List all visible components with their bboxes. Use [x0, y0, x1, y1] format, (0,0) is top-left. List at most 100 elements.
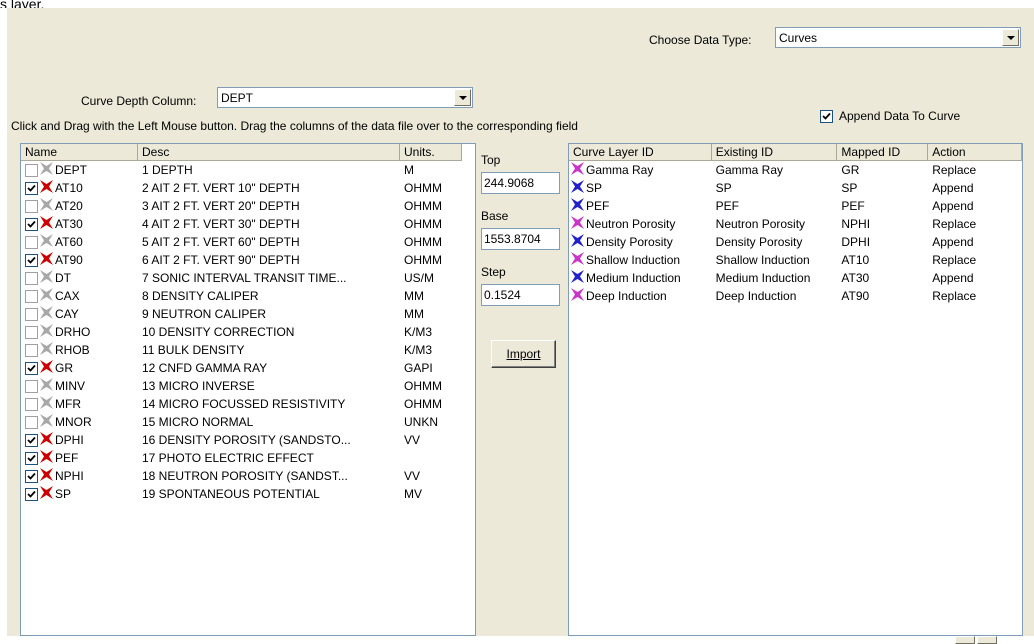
- row-checkbox[interactable]: [25, 217, 38, 231]
- curve-layer-cell[interactable]: Deep Induction: [569, 287, 712, 305]
- action-cell[interactable]: Replace: [928, 217, 1022, 231]
- name-cell[interactable]: DRHO: [21, 323, 138, 341]
- row-checkbox[interactable]: [25, 307, 38, 321]
- action-cell[interactable]: Replace: [928, 163, 1022, 177]
- table-row[interactable]: MINV 13 MICRO INVERSE OHMM: [21, 377, 475, 395]
- name-cell[interactable]: CAX: [21, 287, 138, 305]
- name-cell[interactable]: PEF: [21, 449, 138, 467]
- curve-mapping-list[interactable]: Curve Layer ID Existing ID Mapped ID Act…: [568, 143, 1023, 636]
- table-row[interactable]: PEF PEF PEF Append: [569, 197, 1022, 215]
- append-checkbox-row[interactable]: Append Data To Curve: [820, 109, 960, 123]
- curve-layer-cell[interactable]: Shallow Induction: [569, 251, 712, 269]
- row-checkbox[interactable]: [25, 289, 38, 303]
- column-header-desc[interactable]: Desc: [138, 144, 400, 161]
- step-field[interactable]: 0.1524: [481, 284, 560, 306]
- source-columns-list[interactable]: Name Desc Units. DEPT 1 DEPTH M AT10 2 AIT 2…: [20, 143, 476, 636]
- table-row[interactable]: AT90 6 AIT 2 FT. VERT 90" DEPTH OHMM: [21, 251, 475, 269]
- table-row[interactable]: NPHI 18 NEUTRON POROSITY (SANDST... VV: [21, 467, 475, 485]
- name-cell[interactable]: CAY: [21, 305, 138, 323]
- row-checkbox[interactable]: [25, 199, 38, 213]
- name-cell[interactable]: RHOB: [21, 341, 138, 359]
- name-cell[interactable]: DEPT: [21, 161, 138, 179]
- chevron-down-icon[interactable]: [1002, 29, 1019, 46]
- table-row[interactable]: PEF 17 PHOTO ELECTRIC EFFECT: [21, 449, 475, 467]
- action-cell[interactable]: Append: [928, 235, 1022, 249]
- row-checkbox[interactable]: [25, 271, 38, 285]
- name-cell[interactable]: NPHI: [21, 467, 138, 485]
- name-cell[interactable]: AT60: [21, 233, 138, 251]
- table-row[interactable]: GR 12 CNFD GAMMA RAY GAPI: [21, 359, 475, 377]
- name-cell[interactable]: MFR: [21, 395, 138, 413]
- table-row[interactable]: MNOR 15 MICRO NORMAL UNKN: [21, 413, 475, 431]
- table-row[interactable]: DEPT 1 DEPTH M: [21, 161, 475, 179]
- table-row[interactable]: MFR 14 MICRO FOCUSSED RESISTIVITY OHMM: [21, 395, 475, 413]
- row-checkbox[interactable]: [25, 433, 38, 447]
- name-cell[interactable]: MNOR: [21, 413, 138, 431]
- mapped-id-cell[interactable]: AT30: [837, 271, 928, 285]
- table-row[interactable]: AT10 2 AIT 2 FT. VERT 10" DEPTH OHMM: [21, 179, 475, 197]
- row-checkbox[interactable]: [25, 415, 38, 429]
- row-checkbox[interactable]: [25, 325, 38, 339]
- top-field[interactable]: 244.9068: [481, 172, 560, 194]
- table-row[interactable]: AT20 3 AIT 2 FT. VERT 20" DEPTH OHMM: [21, 197, 475, 215]
- column-header-curve-layer-id[interactable]: Curve Layer ID: [569, 144, 712, 161]
- column-header-mapped-id[interactable]: Mapped ID: [837, 144, 929, 161]
- row-checkbox[interactable]: [25, 451, 38, 465]
- table-row[interactable]: Medium Induction Medium Induction AT30 Appe…: [569, 269, 1022, 287]
- row-checkbox[interactable]: [25, 253, 38, 267]
- action-cell[interactable]: Append: [928, 199, 1022, 213]
- scroll-button-right[interactable]: [977, 636, 997, 644]
- column-header-name[interactable]: Name: [21, 144, 138, 161]
- name-cell[interactable]: DT: [21, 269, 138, 287]
- action-cell[interactable]: Append: [928, 181, 1022, 195]
- table-row[interactable]: Neutron Porosity Neutron Porosity NPHI Repl…: [569, 215, 1022, 233]
- table-row[interactable]: Gamma Ray Gamma Ray GR Replace: [569, 161, 1022, 179]
- row-checkbox[interactable]: [25, 469, 38, 483]
- import-button[interactable]: Import: [491, 340, 556, 368]
- depth-column-dropdown[interactable]: DEPT: [217, 87, 473, 108]
- table-row[interactable]: RHOB 11 BULK DENSITY K/M3: [21, 341, 475, 359]
- append-checkbox[interactable]: [820, 109, 833, 123]
- table-row[interactable]: DRHO 10 DENSITY CORRECTION K/M3: [21, 323, 475, 341]
- column-header-existing-id[interactable]: Existing ID: [711, 144, 838, 161]
- row-checkbox[interactable]: [25, 163, 38, 177]
- name-cell[interactable]: DPHI: [21, 431, 138, 449]
- column-header-action[interactable]: Action: [928, 144, 1022, 161]
- name-cell[interactable]: AT10: [21, 179, 138, 197]
- curve-layer-cell[interactable]: Medium Induction: [569, 269, 712, 287]
- row-checkbox[interactable]: [25, 487, 38, 501]
- data-type-dropdown[interactable]: Curves: [775, 27, 1021, 48]
- curve-layer-cell[interactable]: Gamma Ray: [569, 161, 712, 179]
- curve-layer-cell[interactable]: Neutron Porosity: [569, 215, 712, 233]
- row-checkbox[interactable]: [25, 397, 38, 411]
- table-row[interactable]: AT30 4 AIT 2 FT. VERT 30" DEPTH OHMM: [21, 215, 475, 233]
- name-cell[interactable]: AT30: [21, 215, 138, 233]
- table-row[interactable]: CAX 8 DENSITY CALIPER MM: [21, 287, 475, 305]
- name-cell[interactable]: SP: [21, 485, 138, 503]
- table-row[interactable]: Deep Induction Deep Induction AT90 Replace: [569, 287, 1022, 305]
- row-checkbox[interactable]: [25, 343, 38, 357]
- curve-layer-cell[interactable]: SP: [569, 179, 712, 197]
- name-cell[interactable]: AT90: [21, 251, 138, 269]
- mapped-id-cell[interactable]: SP: [837, 181, 928, 195]
- table-row[interactable]: Density Porosity Density Porosity DPHI Appe…: [569, 233, 1022, 251]
- mapped-id-cell[interactable]: DPHI: [837, 235, 928, 249]
- name-cell[interactable]: MINV: [21, 377, 138, 395]
- row-checkbox[interactable]: [25, 181, 38, 195]
- action-cell[interactable]: Append: [928, 271, 1022, 285]
- table-row[interactable]: SP SP SP Append: [569, 179, 1022, 197]
- name-cell[interactable]: GR: [21, 359, 138, 377]
- mapped-id-cell[interactable]: GR: [837, 163, 928, 177]
- scroll-button-left[interactable]: [955, 636, 975, 644]
- table-row[interactable]: SP 19 SPONTANEOUS POTENTIAL MV: [21, 485, 475, 503]
- column-header-units[interactable]: Units.: [400, 144, 462, 161]
- row-checkbox[interactable]: [25, 235, 38, 249]
- mapped-id-cell[interactable]: AT10: [837, 253, 928, 267]
- action-cell[interactable]: Replace: [928, 289, 1022, 303]
- table-row[interactable]: AT60 5 AIT 2 FT. VERT 60" DEPTH OHMM: [21, 233, 475, 251]
- table-row[interactable]: DT 7 SONIC INTERVAL TRANSIT TIME... US/M: [21, 269, 475, 287]
- chevron-down-icon[interactable]: [454, 89, 471, 106]
- curve-layer-cell[interactable]: Density Porosity: [569, 233, 712, 251]
- curve-layer-cell[interactable]: PEF: [569, 197, 712, 215]
- table-row[interactable]: CAY 9 NEUTRON CALIPER MM: [21, 305, 475, 323]
